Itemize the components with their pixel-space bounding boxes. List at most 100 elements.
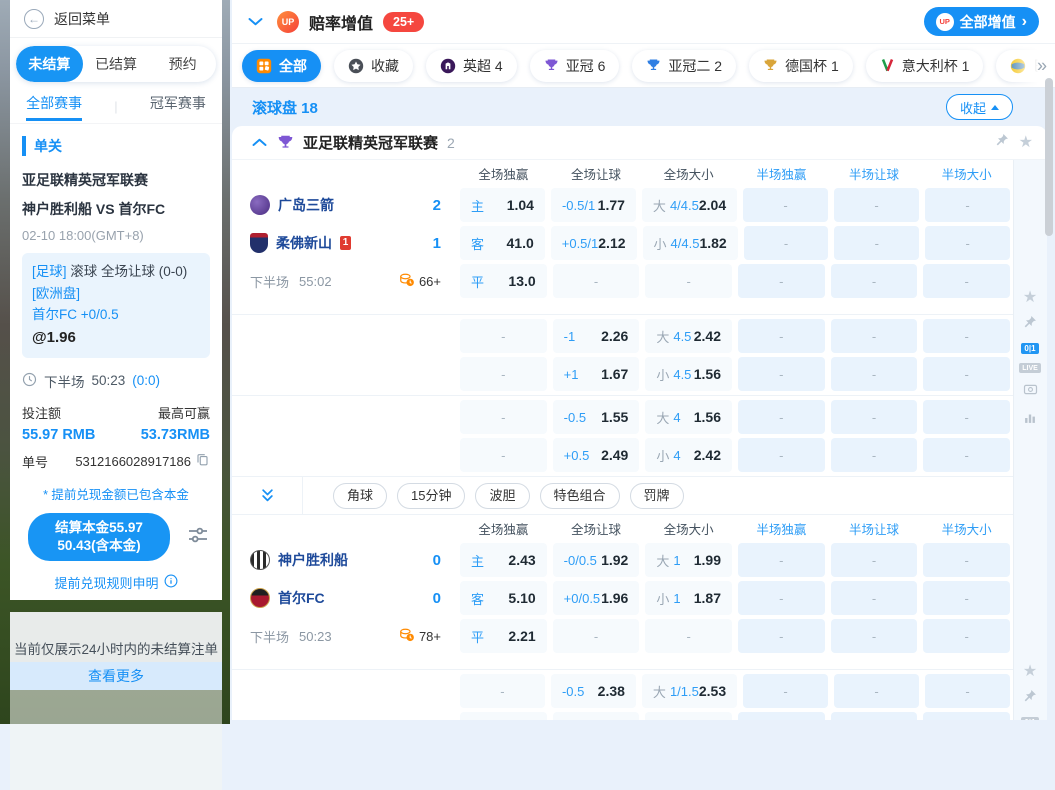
odds-cell[interactable]: 大41.56: [645, 400, 732, 434]
pitch-view-icon[interactable]: [1023, 382, 1038, 402]
odds-cell[interactable]: 平13.0: [460, 264, 547, 298]
column-header[interactable]: 半场大小: [920, 164, 1013, 183]
view-more-link[interactable]: 查看更多: [10, 662, 222, 690]
team-row[interactable]: 神户胜利船 0: [232, 550, 457, 570]
odds-cell[interactable]: +0/0.51.96: [553, 581, 640, 615]
odds-cell[interactable]: 小4.51.56: [645, 357, 732, 391]
column-header[interactable]: 半场让球: [828, 164, 921, 183]
score-view-badge[interactable]: 0|1: [1021, 717, 1038, 720]
chevron-right-icon: ›: [1022, 13, 1027, 31]
vertical-scrollbar[interactable]: [1045, 78, 1053, 236]
odds-cell[interactable]: -0/0.51.92: [553, 543, 640, 577]
market-pill[interactable]: 波胆: [475, 483, 529, 509]
team-score: 0: [433, 590, 441, 607]
team-name: 神户胜利船: [278, 550, 348, 570]
cashout-button[interactable]: 结算本金55.97 50.43(含本金): [28, 513, 170, 561]
back-to-menu[interactable]: ← 返回菜单: [10, 0, 222, 38]
live-score: (0:0): [132, 373, 160, 388]
ticket-number: 5312166028917186: [75, 454, 191, 469]
team-score: 0: [433, 552, 441, 569]
league-tab[interactable]: 收藏: [334, 50, 413, 82]
odds-cell-empty: -: [831, 319, 918, 353]
odds-cell[interactable]: +0.52.49: [553, 438, 640, 472]
column-header[interactable]: 半场独赢: [735, 164, 828, 183]
tab-outright-events[interactable]: 冠军赛事: [150, 93, 206, 121]
team-row[interactable]: 柔佛新山11: [232, 233, 457, 253]
expand-markets-icon[interactable]: [232, 488, 302, 504]
collapse-button[interactable]: 收起: [946, 94, 1013, 120]
star-icon[interactable]: ★: [1019, 135, 1033, 151]
matches: 全场独赢全场让球全场大小半场独赢半场让球半场大小广岛三箭2主1.04-0.5/1…: [232, 160, 1013, 720]
market-pill[interactable]: 特色组合: [540, 483, 620, 509]
odds-cell-empty: -: [738, 543, 825, 577]
odds-cell[interactable]: 大11.99: [645, 543, 732, 577]
odds-cell-empty: -: [834, 674, 919, 708]
league-tab[interactable]: 意大利杯 1: [866, 50, 984, 82]
footer-note: 当前仅展示24小时内的未结算注单: [10, 612, 222, 662]
cashout-rules-link[interactable]: 提前兑现规则申明: [22, 573, 210, 600]
boost-badge[interactable]: 66+: [399, 272, 441, 291]
odds-cell[interactable]: -0.5/11.77: [551, 188, 636, 222]
copy-icon[interactable]: [195, 452, 210, 470]
league-tab[interactable]: 亚冠 6: [530, 50, 620, 82]
column-header[interactable]: 半场让球: [828, 519, 921, 538]
odds-cell[interactable]: 客5.10: [460, 581, 547, 615]
league-tab[interactable]: 全部: [242, 50, 321, 82]
column-header: 全场独赢: [457, 519, 550, 538]
odds-cell[interactable]: 大4.52.42: [645, 319, 732, 353]
odds-cell-empty: -: [738, 319, 825, 353]
favorite-star-icon[interactable]: ★: [1023, 664, 1037, 680]
odds-cell[interactable]: 主1.04: [460, 188, 545, 222]
odds-cell[interactable]: 大1/1.52.53: [642, 674, 737, 708]
odds-cell[interactable]: 小42.42: [645, 438, 732, 472]
cashout-settings-icon[interactable]: [186, 523, 210, 552]
odds-cell[interactable]: 小4/4.51.82: [643, 226, 738, 260]
odds-cell[interactable]: 主2.43: [460, 543, 547, 577]
league-tab[interactable]: 德国杯 1: [749, 50, 853, 82]
pin-icon[interactable]: [1023, 315, 1037, 334]
chevron-down-icon[interactable]: [248, 17, 263, 27]
team-row[interactable]: 广岛三箭2: [232, 195, 457, 215]
odds-cell[interactable]: 小11.87: [645, 581, 732, 615]
league-tab[interactable]: 英超 4: [426, 50, 517, 82]
chevron-up-icon[interactable]: [252, 134, 267, 152]
stats-icon[interactable]: [1023, 411, 1037, 430]
team-logo-kobe: [250, 550, 270, 570]
score-view-badge[interactable]: 0|1: [1021, 343, 1038, 354]
odds-cell[interactable]: 客41.0: [460, 226, 545, 260]
more-markets-row: 角球 15分钟波胆特色组合罚牌: [232, 476, 1013, 515]
market-pill[interactable]: 罚牌: [630, 483, 684, 509]
league-header-row[interactable]: 亚足联精英冠军联赛 2 ★: [232, 126, 1047, 160]
match-period: 下半场: [250, 272, 289, 291]
tab-reserved[interactable]: 预约: [149, 46, 216, 82]
odds-cell-empty: -: [738, 581, 825, 615]
odds-cell-empty: -: [923, 319, 1010, 353]
favorite-star-icon[interactable]: ★: [1023, 290, 1037, 306]
pin-icon[interactable]: [1023, 689, 1037, 708]
all-boosts-button[interactable]: UP 全部增值 ›: [924, 7, 1039, 36]
tab-settled[interactable]: 已结算: [83, 46, 150, 82]
column-header[interactable]: 半场独赢: [735, 519, 828, 538]
odds-cell[interactable]: -0.51.55: [553, 400, 640, 434]
market-pill[interactable]: 15分钟: [397, 483, 465, 509]
team-row[interactable]: 首尔FC0: [232, 588, 457, 608]
column-header: 全场大小: [642, 164, 735, 183]
live-stream-badge[interactable]: LIVE: [1019, 363, 1041, 373]
market-pill[interactable]: 角球: [333, 483, 387, 509]
odds-cell[interactable]: -0.52.38: [551, 674, 636, 708]
tab-unsettled[interactable]: 未结算: [16, 46, 83, 82]
odds-cell-empty: -: [738, 400, 825, 434]
odds-cell[interactable]: +0.5/12.12: [551, 226, 637, 260]
tabs-scroll-more-icon[interactable]: »: [1037, 55, 1047, 76]
column-header[interactable]: 半场大小: [920, 519, 1013, 538]
league-tab[interactable]: 亚冠二 2: [632, 50, 736, 82]
odds-cell[interactable]: -12.26: [553, 319, 640, 353]
odds-cell[interactable]: 平2.21: [460, 619, 547, 653]
boost-badge[interactable]: 78+: [399, 627, 441, 646]
odds-cell-empty: -: [645, 264, 732, 298]
column-header: 全场让球: [550, 164, 643, 183]
tab-all-events[interactable]: 全部赛事: [26, 93, 82, 121]
pin-icon[interactable]: [995, 133, 1009, 152]
odds-cell[interactable]: 大4/4.52.04: [642, 188, 737, 222]
odds-cell[interactable]: +11.67: [553, 357, 640, 391]
